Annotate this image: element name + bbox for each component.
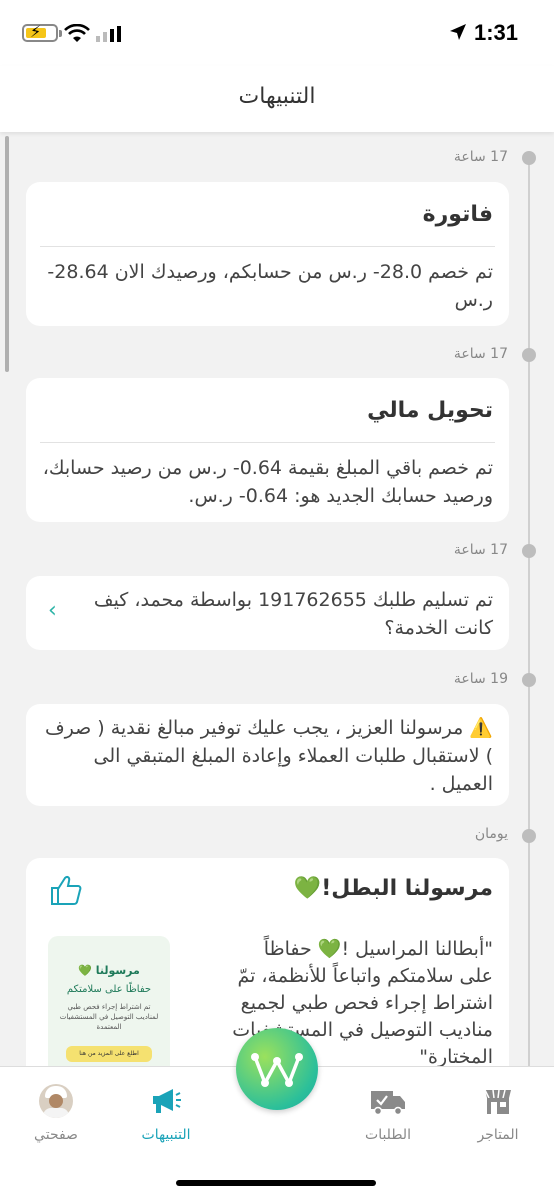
logo-icon [251, 1053, 303, 1087]
nav-label: الطلبات [365, 1127, 411, 1143]
nav-orders[interactable]: الطلبات [338, 1083, 438, 1143]
notification-card[interactable]: تم تسليم طلبك 191762655 بواسطة محمد، كيف… [26, 576, 509, 650]
truck-icon [371, 1091, 405, 1116]
promo-line: حفاظًا على سلامتكم [66, 984, 152, 995]
signal-icon [96, 26, 121, 42]
charging-icon: ⚡ [30, 22, 42, 41]
notification-title: مرسولنا البطل!💚 [293, 876, 493, 901]
avatar [39, 1084, 73, 1118]
notification-title: فاتورة [422, 202, 493, 227]
scrollbar[interactable] [5, 136, 9, 372]
notification-time: 17 ساعة [453, 149, 508, 165]
wifi-icon [64, 24, 90, 42]
megaphone-icon [153, 1089, 181, 1113]
nav-label: التنبيهات [141, 1127, 191, 1143]
notification-card[interactable]: تحويل مالي تم خصم باقي المبلغ بقيمة 0.64… [26, 378, 509, 522]
status-bar: ⚡ 1:31 [0, 0, 554, 66]
nav-label: صفحتي [34, 1127, 78, 1143]
nav-stores[interactable]: المتاجر [448, 1083, 548, 1143]
timeline-dot [522, 348, 536, 362]
notification-title: تحويل مالي [367, 398, 493, 423]
promo-button: اطلع على المزيد من هنا [66, 1046, 152, 1062]
store-icon [484, 1089, 511, 1114]
center-action-button[interactable] [236, 1028, 318, 1110]
timeline-line [528, 158, 530, 1068]
nav-notifications[interactable]: التنبيهات [116, 1083, 216, 1143]
nav-label: المتاجر [477, 1127, 519, 1143]
promo-heading: مرسولنا 💚 [78, 964, 140, 977]
thumbs-up-icon[interactable] [48, 872, 84, 908]
timeline-dot [522, 151, 536, 165]
promo-line: تم اشتراط إجراء فحص طبي لمناديب التوصيل … [59, 1003, 159, 1031]
header: التنبيهات [0, 66, 554, 132]
timeline-dot [522, 829, 536, 843]
home-indicator [176, 1180, 376, 1186]
divider [40, 442, 495, 443]
divider [40, 246, 495, 247]
notification-time: 17 ساعة [453, 346, 508, 362]
page-title: التنبيهات [238, 84, 316, 109]
timeline-dot [522, 673, 536, 687]
notification-body: تم تسليم طلبك 191762655 بواسطة محمد، كيف… [93, 589, 493, 639]
chevron-left-icon[interactable]: ‹ [48, 598, 57, 623]
notification-card[interactable]: فاتورة تم خصم 28.0- ر.س من حسابكم، ورصيد… [26, 182, 509, 326]
notification-card[interactable]: ⚠️ مرسولنا العزيز ، يجب عليك توفير مبالغ… [26, 704, 509, 806]
notification-time: 17 ساعة [453, 542, 508, 558]
clock: 1:31 [473, 20, 518, 45]
notification-body: تم خصم باقي المبلغ بقيمة 0.64- ر.س من رص… [42, 457, 493, 507]
timeline-dot [522, 544, 536, 558]
battery-tip [59, 30, 62, 37]
notification-time: 19 ساعة [453, 671, 508, 687]
notification-body: ⚠️ مرسولنا العزيز ، يجب عليك توفير مبالغ… [44, 717, 493, 795]
nav-profile[interactable]: صفحتي [6, 1083, 106, 1143]
location-icon [450, 24, 466, 40]
notification-body: تم خصم 28.0- ر.س من حسابكم، ورصيدك الان … [47, 261, 493, 311]
notification-time: يومان [474, 826, 508, 842]
